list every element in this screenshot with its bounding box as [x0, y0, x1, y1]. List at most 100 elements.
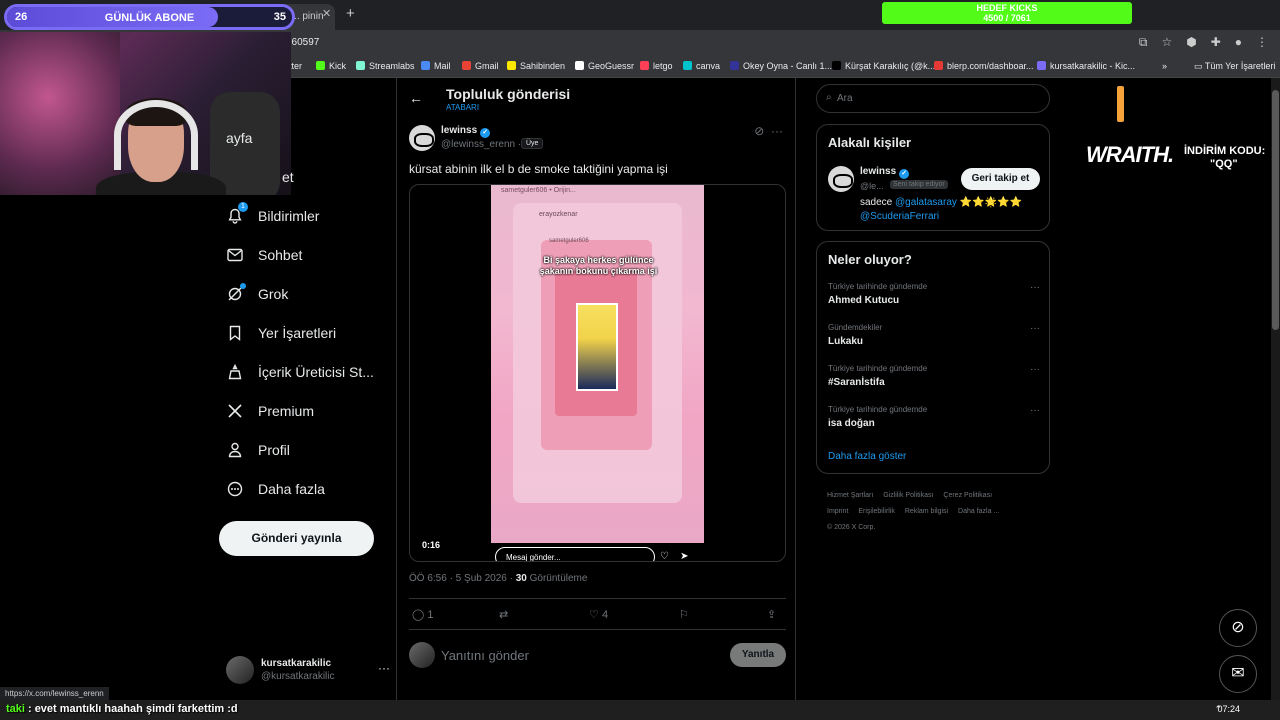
bookmark-item[interactable]: Kick: [316, 61, 346, 71]
bookmark-item[interactable]: Kürşat Karakılıç (@k...: [832, 61, 935, 71]
scrollbar-thumb[interactable]: [1272, 90, 1279, 330]
bookmark-label: letgo: [653, 61, 673, 71]
footer-link[interactable]: Hizmet Şartları: [827, 492, 873, 499]
more-options-icon[interactable]: ···: [1030, 323, 1040, 334]
video-player[interactable]: sametguler606 • Orijin... erayozkenar sa…: [409, 184, 786, 562]
bookmark-icon[interactable]: ⚐: [679, 608, 689, 621]
bio-link[interactable]: @ScuderiaFerrari: [860, 211, 939, 222]
video-photo: [576, 303, 618, 391]
video-time: 0:16: [422, 540, 441, 550]
right-sidebar: ⌕ Ara Alakalı kişiler lewinss ✓ @le... Sen…: [816, 78, 1050, 700]
page-title: Topluluk gönderisi: [446, 86, 571, 102]
grok-fab-icon[interactable]: ⊘: [1219, 609, 1257, 647]
bookmark-item[interactable]: Streamlabs: [356, 61, 415, 71]
community-name[interactable]: ATABARI: [446, 103, 479, 112]
account-switcher[interactable]: kursatkarakilic @kursatkarakilic ···: [226, 656, 390, 686]
trend-context: Türkiye tarihinde gündemde: [828, 364, 928, 373]
bookmark-item[interactable]: GeoGuessr: [575, 61, 634, 71]
footer-link[interactable]: Gizlilik Politikası: [883, 492, 933, 499]
page-scrollbar[interactable]: [1271, 78, 1280, 700]
grok-icon[interactable]: ⊘: [754, 124, 764, 138]
nav-label: Sohbet: [258, 247, 303, 263]
nav-item-chat[interactable]: Sohbet: [226, 238, 302, 272]
post-actions: ◯ 1 ⇄ ♡ 4 ⚐ ⇪: [409, 598, 786, 630]
reply-icon: ◯: [412, 609, 425, 621]
video-user: sametguler606: [549, 238, 589, 244]
bio-link[interactable]: @galatasaray: [895, 197, 957, 208]
extension-icon[interactable]: ⬢: [1186, 35, 1196, 50]
video-caption: Bi şakaya herkes gülünce şakanın bokunu …: [539, 255, 658, 276]
nav-item-bookmarks[interactable]: Yer İşaretleri: [226, 316, 336, 350]
footer-link[interactable]: Çerez Politikası: [943, 492, 992, 499]
bookmark-item[interactable]: canva: [683, 61, 720, 71]
related-avatar[interactable]: [828, 166, 854, 192]
footer-link[interactable]: Reklam bilgisi: [905, 508, 948, 515]
bookmark-item[interactable]: letgo: [640, 61, 673, 71]
bookmark-item[interactable]: Okey Oyna - Canlı 1...: [730, 61, 832, 71]
follow-back-button[interactable]: Geri takip et: [961, 168, 1040, 190]
cast-icon[interactable]: ⧉: [1139, 35, 1148, 50]
more-options-icon[interactable]: ···: [1030, 405, 1040, 416]
related-title: Alakalı kişiler: [828, 135, 912, 150]
author-avatar[interactable]: [409, 125, 435, 151]
footer-link[interactable]: Erişilebilirlik: [858, 508, 895, 515]
share-icon[interactable]: ⇪: [767, 608, 776, 621]
footer-link[interactable]: Imprint: [827, 508, 848, 515]
nav-item-explore[interactable]: et: [226, 160, 294, 194]
related-name[interactable]: lewinss ✓: [860, 166, 910, 179]
url-text[interactable]: 760597: [286, 37, 319, 48]
nav-item-grok[interactable]: Grok: [226, 277, 288, 311]
bookmark-item[interactable]: kursatkarakilic - Kic...: [1037, 61, 1135, 71]
close-tab-icon[interactable]: ✕: [322, 7, 331, 20]
bookmark-item[interactable]: Sahibinden: [507, 61, 565, 71]
nav-item-notifications[interactable]: 1 Bildirimler: [226, 199, 319, 233]
trend-item[interactable]: Gündemdekiler Lukaku ···: [828, 323, 1040, 347]
nav-item-profile[interactable]: Profil: [226, 433, 290, 467]
new-tab-icon[interactable]: +: [346, 5, 355, 22]
kebab-menu-icon[interactable]: ⋮: [1256, 35, 1268, 50]
search-input[interactable]: ⌕ Ara: [816, 84, 1050, 113]
footer-link[interactable]: Daha fazla ...: [958, 508, 999, 515]
nav-item-home[interactable]: ayfa: [226, 121, 252, 155]
more-options-icon[interactable]: ···: [771, 124, 783, 138]
author-name[interactable]: lewinss ✓: [441, 125, 491, 138]
trend-item[interactable]: Türkiye tarihinde gündemde isa doğan ···: [828, 405, 1040, 429]
bookmark-item[interactable]: blerp.com/dashboar...: [934, 61, 1034, 71]
puzzle-icon[interactable]: ✚: [1211, 35, 1221, 50]
star-icon[interactable]: ☆: [1161, 35, 1172, 50]
back-arrow-icon[interactable]: ←: [409, 90, 423, 106]
nav-item-premium[interactable]: Premium: [226, 394, 314, 428]
bookmark-item[interactable]: Gmail: [462, 61, 499, 71]
account-more-icon[interactable]: ···: [378, 661, 390, 675]
nav-item-creator-studio[interactable]: İçerik Üreticisi St...: [226, 355, 374, 389]
footer-links: Hizmet Şartları Gizlilik Politikası Çere…: [827, 488, 1047, 536]
repost-icon[interactable]: ⇄: [499, 608, 508, 621]
reply-input[interactable]: Yanıtını gönder: [441, 648, 529, 663]
profile-icon[interactable]: ●: [1235, 35, 1242, 50]
nav-item-more[interactable]: Daha fazla: [226, 472, 325, 506]
reply-button[interactable]: Yanıtla: [730, 643, 786, 667]
chat-user: taki: [6, 703, 25, 715]
main-column: ← Topluluk gönderisi ATABARI lewinss ✓ @l…: [396, 78, 796, 700]
trend-title: Lukaku: [828, 336, 864, 347]
bookmarks-overflow[interactable]: »: [1162, 61, 1167, 71]
chat-message: : evet mantıklı haahah şimdi farkettim :…: [27, 703, 238, 715]
messages-fab-icon[interactable]: ✉: [1219, 655, 1257, 693]
sahibinden-icon: [507, 61, 516, 70]
trend-item[interactable]: Türkiye tarihinde gündemde Ahmed Kutucu ··…: [828, 282, 1040, 306]
show-more-link[interactable]: Daha fazla göster: [828, 451, 906, 462]
bookmark-item[interactable]: Mail: [421, 61, 451, 71]
nav-label: İçerik Üreticisi St...: [258, 364, 374, 380]
reply-action[interactable]: ◯ 1: [412, 608, 434, 621]
bookmark-label: Kick: [329, 61, 347, 71]
post-button[interactable]: Gönderi yayınla: [219, 521, 374, 556]
headset-icon: [114, 100, 198, 170]
canva-icon: [683, 61, 692, 70]
more-options-icon[interactable]: ···: [1030, 282, 1040, 293]
like-action[interactable]: ♡ 4: [589, 608, 608, 621]
trend-item[interactable]: Türkiye tarihinde gündemde #Saranİstifa ··…: [828, 364, 1040, 388]
alert-bar-icon: [1117, 86, 1124, 122]
all-bookmarks[interactable]: ▭ Tüm Yer İşaretleri: [1194, 61, 1275, 72]
more-options-icon[interactable]: ···: [1030, 364, 1040, 375]
author-handle[interactable]: @lewinss_erenn ·: [441, 139, 521, 150]
